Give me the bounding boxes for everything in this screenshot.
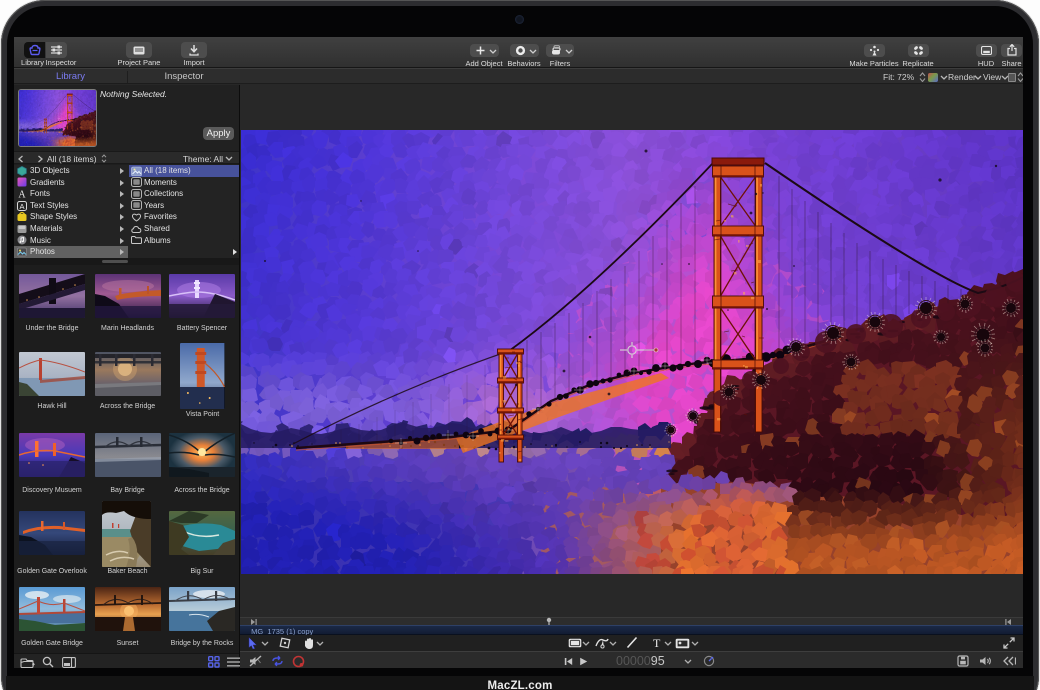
svg-text:A: A bbox=[18, 190, 26, 199]
svg-text:A: A bbox=[19, 202, 24, 211]
